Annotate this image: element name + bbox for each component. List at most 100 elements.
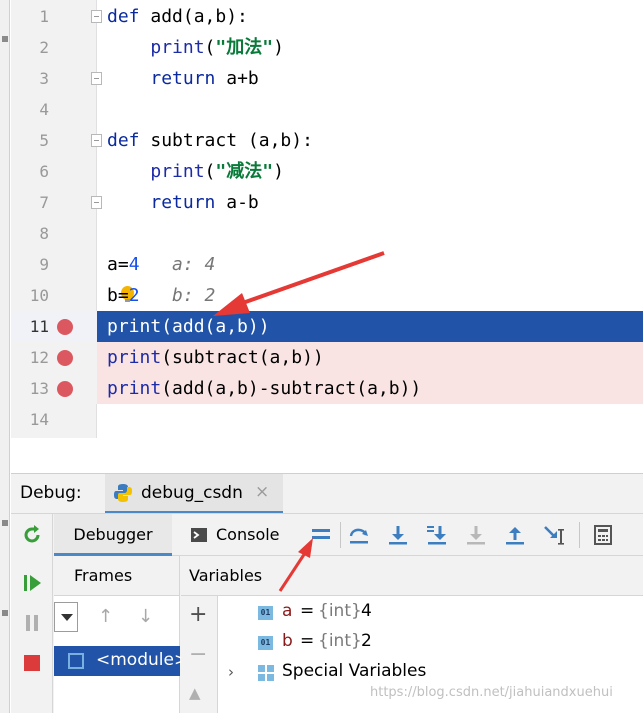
fold-icon[interactable] [91,72,102,85]
pause-icon[interactable] [21,612,43,634]
special-variables-row[interactable]: › Special Variables [218,658,643,688]
step-into-icon[interactable] [387,524,409,546]
variable-row[interactable]: 01 b = {int} 2 [218,628,643,658]
code-text: a=4 a: 4 [107,249,215,280]
code-line[interactable]: 13 print(add(a,b)-subtract(a,b)) [11,373,643,404]
watermark: https://blog.csdn.net/jiahuiandxuehui [370,685,613,700]
code-token: (add(a,b)) [161,316,270,337]
previous-frame-icon[interactable]: ↑ [98,606,113,627]
code-text: def subtract (a,b): [107,125,313,156]
code-editor[interactable]: 1 def add(a,b): 2 print("加法") 3 return a+b 4… [11,0,643,438]
step-over-icon[interactable] [348,524,370,546]
favorites-tab-icon[interactable] [2,610,8,616]
chevron-right-icon[interactable]: › [228,663,234,681]
code-line[interactable]: 2 print("加法") [11,32,643,63]
code-line[interactable]: 1 def add(a,b): [11,1,643,32]
code-token: b: 2 [139,285,216,306]
frame-item[interactable]: <module> [54,646,188,676]
toolbar-separator [579,522,580,548]
code-line[interactable]: 8 [11,218,643,249]
step-into-my-code-icon[interactable] [426,524,448,546]
run-to-cursor-icon[interactable] [543,524,565,546]
code-line[interactable]: 6 print("减法") [11,156,643,187]
line-number: 8 [39,224,49,243]
code-token: print [107,347,162,368]
code-line[interactable]: 14 [11,404,643,435]
code-token: subtract (a,b): [150,130,313,151]
line-number: 9 [39,255,49,274]
variable-type: {int} [318,601,362,621]
debug-tool-window-header: Debug: debug_csdn × [11,473,643,514]
breakpoint-icon[interactable] [57,350,73,366]
special-variables-label: Special Variables [282,661,427,681]
line-number: 13 [29,379,49,398]
add-watch-icon[interactable]: + [189,602,207,627]
session-name: debug_csdn [141,483,243,503]
fold-icon[interactable] [91,134,102,147]
structure-icon[interactable] [2,36,8,42]
debugger-tabs: Debugger Console [54,514,643,556]
line-number: 1 [39,7,49,26]
fold-icon[interactable] [91,196,102,209]
code-token: return [150,192,216,213]
line-number: 11 [29,317,49,336]
code-token: "减法" [215,161,274,182]
line-number: 6 [39,162,49,181]
line-number: 4 [39,100,49,119]
code-text: print(add(a,b)-subtract(a,b)) [107,373,421,404]
special-variables-icon [258,665,274,681]
code-line[interactable]: 9 a=4 a: 4 [11,249,643,280]
line-number: 14 [29,410,49,429]
code-token: print [107,378,162,399]
left-tool-strip [0,0,10,713]
console-icon [191,528,207,542]
line-number: 10 [29,286,49,305]
breakpoint-icon[interactable] [57,319,73,335]
code-token: print [107,316,162,337]
code-token: add(a,b): [150,6,248,27]
tab-console[interactable]: Console [190,514,300,556]
move-up-icon[interactable]: ▲ [189,684,201,702]
thread-dropdown[interactable] [54,602,78,632]
code-line[interactable]: 3 return a+b [11,63,643,94]
rerun-icon[interactable] [21,524,43,546]
code-token: 2 [128,285,140,306]
code-token: "加法" [215,37,274,58]
structure-tab-icon[interactable] [2,520,8,526]
breakpoint-icon[interactable] [57,381,73,397]
close-icon[interactable]: × [255,482,269,502]
tab-debugger[interactable]: Debugger [54,514,172,556]
code-line[interactable]: 5 def subtract (a,b): [11,125,643,156]
code-token: return [150,68,216,89]
code-line[interactable]: 11 print(add(a,b)) [11,311,643,342]
variable-value: 2 [361,631,372,651]
code-token: 4 [128,254,140,275]
variables-title: Variables [189,566,263,585]
debug-session-tab[interactable]: debug_csdn × [105,474,283,514]
code-token: a= [107,254,129,275]
frames-header: Frames [54,556,180,596]
step-out-icon[interactable] [504,524,526,546]
code-token: a: 4 [139,254,216,275]
int-type-icon: 01 [258,606,273,620]
show-execution-point-icon[interactable] [310,524,332,546]
code-line[interactable]: 10 b=2 b: 2 [11,280,643,311]
code-token: def [107,130,151,151]
fold-icon[interactable] [91,10,102,23]
code-token: ( [204,37,216,58]
remove-watch-icon[interactable]: − [189,642,207,667]
evaluate-expression-icon[interactable] [592,524,614,546]
code-line[interactable]: 4 [11,94,643,125]
tab-console-label: Console [216,525,280,544]
code-token: ) [273,161,284,182]
code-token: def [107,6,151,27]
next-frame-icon[interactable]: ↓ [138,606,153,627]
code-line[interactable]: 7 return a-b [11,187,643,218]
python-icon [114,484,132,502]
force-step-into-icon[interactable] [465,524,487,546]
code-token: a+b [215,68,259,89]
variable-row[interactable]: 01 a = {int} 4 [218,598,643,628]
resume-icon[interactable] [21,572,43,594]
code-line[interactable]: 12 print(subtract(a,b)) [11,342,643,373]
stop-icon[interactable] [21,652,43,674]
